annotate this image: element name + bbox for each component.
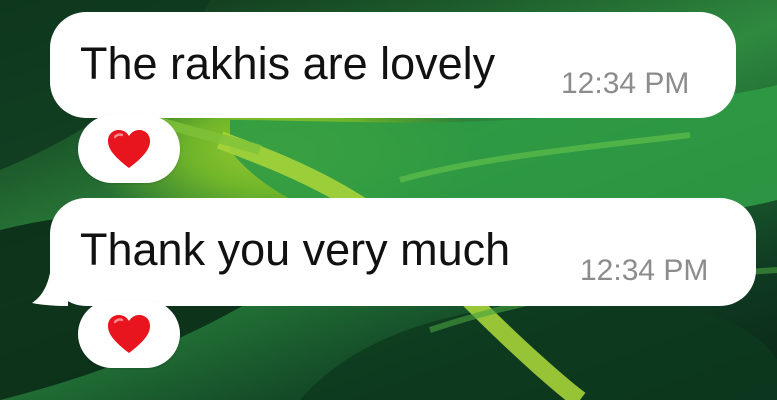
reaction-badge-1[interactable] bbox=[78, 115, 180, 183]
message-text-1: The rakhis are lovely bbox=[80, 38, 496, 89]
message-time-1: 12:34 PM bbox=[561, 67, 690, 100]
message-time-2: 12:34 PM bbox=[580, 254, 709, 287]
message-bubble-1[interactable]: The rakhis are lovely 12:34 PM bbox=[50, 12, 736, 118]
heart-emoji-icon bbox=[108, 130, 150, 168]
message-text-2: Thank you very much bbox=[80, 224, 511, 275]
heart-emoji-icon bbox=[108, 315, 150, 353]
message-bubble-2[interactable]: Thank you very much 12:34 PM bbox=[50, 198, 756, 306]
reaction-badge-2[interactable] bbox=[78, 300, 180, 368]
